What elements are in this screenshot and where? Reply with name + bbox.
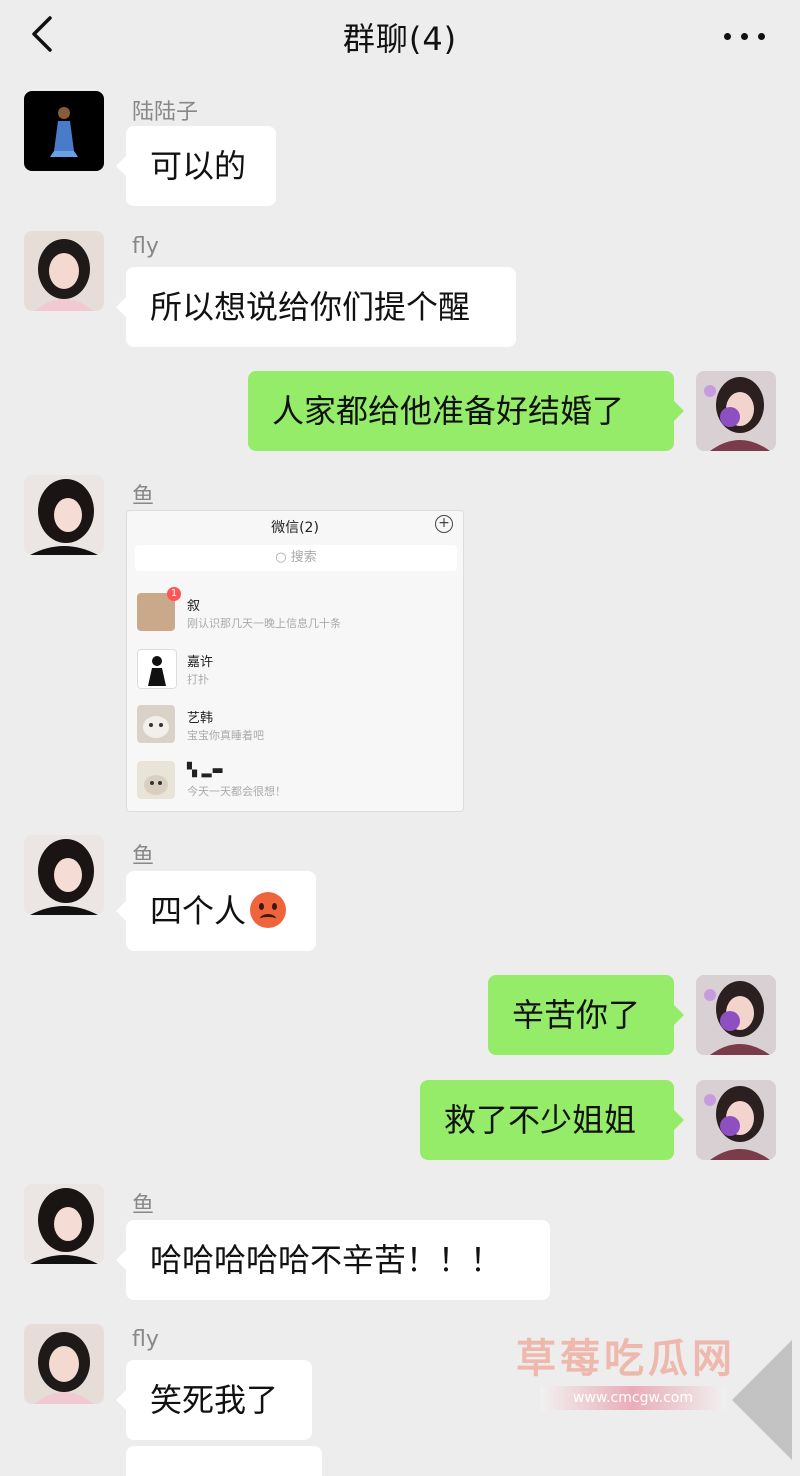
sender-name: 鱼 <box>132 1193 155 1218</box>
search-icon: ○ <box>275 550 291 565</box>
screenshot-title: 微信(2) <box>271 520 319 536</box>
sad-face-emoji-icon <box>250 892 287 928</box>
more-options-button[interactable] <box>720 18 770 54</box>
screenshot-chat-row: 1 叙 刚认识那几天一晚上信息几十条 <box>137 587 453 639</box>
message-bubble-self[interactable]: 救了不少姐姐 <box>420 1080 684 1160</box>
message-bubble[interactable]: 哈哈哈哈哈不辛苦！！！ <box>116 1220 550 1300</box>
avatar-yu[interactable] <box>24 835 104 915</box>
sender-name: 鱼 <box>132 484 155 509</box>
message-bubble-self[interactable]: 辛苦你了 <box>488 975 684 1055</box>
message-bubble[interactable]: 所以想说给你们提个醒 <box>116 267 516 347</box>
message-bubble-self[interactable]: 人家都给他准备好结婚了 <box>248 371 684 451</box>
redacted-name-icon: ▚ ▂▬ <box>187 763 224 778</box>
screenshot-chat-row: ▚ ▂▬ 今天一天都会很想！ <box>137 757 453 807</box>
sender-name: fly <box>132 1327 159 1352</box>
add-icon: + <box>435 515 453 533</box>
sender-name: 鱼 <box>132 844 155 869</box>
sender-name: fly <box>132 234 159 259</box>
avatar-yu[interactable] <box>24 475 104 555</box>
avatar-yu[interactable] <box>24 1184 104 1264</box>
avatar <box>137 705 175 743</box>
message-bubble[interactable]: 笑死我了 <box>116 1360 312 1440</box>
avatar-self[interactable] <box>696 975 776 1055</box>
avatar-self[interactable] <box>696 371 776 451</box>
unread-badge: 1 <box>167 587 181 601</box>
screenshot-chat-row: 艺韩 宝宝你真睡着吧 <box>137 701 453 751</box>
corner-triangle-icon <box>732 1340 792 1460</box>
message-bubble[interactable]: 可以的 <box>116 126 276 206</box>
message-bubble[interactable]: 四个人 <box>116 871 316 951</box>
screenshot-chat-row: 嘉许 打扑 <box>137 645 453 695</box>
screenshot-search-bar: ○ 搜索 <box>135 545 457 571</box>
watermark-url: www.cmcgw.com <box>540 1386 726 1410</box>
avatar-fly[interactable] <box>24 231 104 311</box>
avatar-self[interactable] <box>696 1080 776 1160</box>
chat-title: 群聊(4) <box>342 20 458 58</box>
watermark-text: 草莓吃瓜网 <box>516 1336 736 1382</box>
avatar <box>137 649 177 689</box>
screenshot-image[interactable]: 微信(2) + ○ 搜索 1 叙 刚认识那几天一晚上信息几十条 嘉许 打扑 艺韩… <box>126 510 464 812</box>
partial-message-bubble <box>126 1446 322 1476</box>
avatar-luluzi[interactable] <box>24 91 104 171</box>
avatar <box>137 761 175 799</box>
chat-header: 群聊(4) <box>0 0 800 72</box>
sender-name: 陆陆子 <box>132 100 199 125</box>
avatar-fly[interactable] <box>24 1324 104 1404</box>
